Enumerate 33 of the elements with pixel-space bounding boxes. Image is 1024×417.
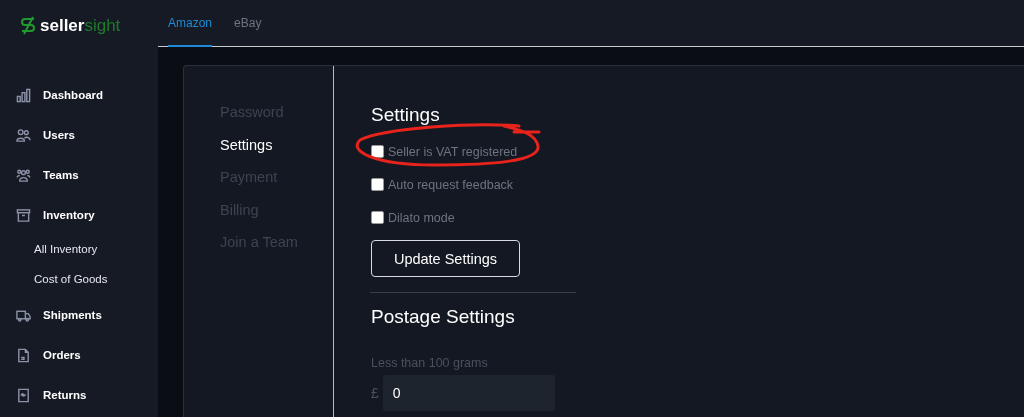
tab[interactable]: eBay bbox=[234, 0, 262, 47]
checkbox-label: Dilato mode bbox=[388, 210, 455, 225]
document-icon bbox=[16, 347, 31, 363]
sidebar-subitem[interactable]: All Inventory bbox=[0, 232, 158, 265]
sidebar-item[interactable]: Returns bbox=[0, 375, 158, 415]
team-icon bbox=[16, 167, 31, 183]
sidebar-item[interactable]: Shipments bbox=[0, 295, 158, 335]
logo-icon bbox=[20, 15, 36, 36]
tab[interactable]: Amazon bbox=[168, 0, 213, 47]
sidebar-item[interactable]: Orders bbox=[0, 335, 158, 375]
checkbox[interactable] bbox=[371, 178, 384, 191]
account-nav-item[interactable]: Settings bbox=[220, 136, 333, 169]
checkbox-label: Auto request feedback bbox=[388, 177, 514, 192]
return-document-icon bbox=[16, 387, 31, 403]
currency-symbol: £ bbox=[371, 385, 379, 401]
checkbox[interactable] bbox=[371, 145, 384, 158]
logo-text: seller bbox=[40, 15, 85, 36]
section-title: Postage Settings bbox=[371, 306, 516, 328]
users-icon bbox=[16, 127, 31, 143]
update-settings-button[interactable]: Update Settings bbox=[371, 240, 520, 277]
checkbox-label: Seller is VAT registered bbox=[388, 144, 518, 159]
logo-text-light: sight bbox=[84, 15, 121, 36]
field-label: Less than 100 grams bbox=[371, 356, 489, 370]
sidebar-item[interactable]: Dashboard bbox=[0, 75, 158, 115]
section-title: Settings bbox=[371, 104, 441, 126]
sidebar-item[interactable]: Users bbox=[0, 115, 158, 155]
sidebar-item[interactable]: Teams bbox=[0, 155, 158, 195]
price-input[interactable]: 0 bbox=[382, 375, 555, 411]
sidebar-subitem[interactable]: Cost of Goods bbox=[0, 262, 158, 295]
checkbox[interactable] bbox=[371, 211, 384, 224]
sidebar-item[interactable]: Inventory bbox=[0, 195, 158, 235]
bar-chart-icon bbox=[16, 87, 31, 103]
archive-box-icon bbox=[16, 207, 31, 223]
